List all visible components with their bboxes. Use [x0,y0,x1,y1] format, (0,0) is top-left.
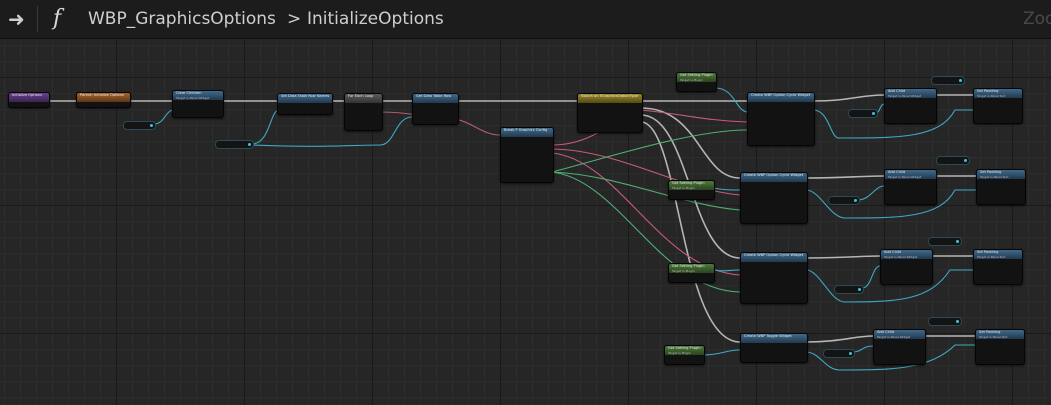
data-table-variable[interactable] [215,140,254,149]
options-panel-variable-3b[interactable] [834,285,864,294]
add-child-node-1[interactable]: Add Child Target is Panel Widget [884,88,937,124]
create-option-cycle-widget-node-2[interactable]: Create WBP Option Cycle Widget [740,172,808,224]
node-title: Switch on EGraphicsOptionType [578,94,642,103]
get-setting-plugin-node-4[interactable]: Get Setting Plugin Target is Plugin [664,345,705,365]
set-padding-node-3[interactable]: Set Padding Target is Panel Slot [973,249,1023,285]
break-graphics-config-node[interactable]: Break F Graphics Config [500,127,554,183]
add-child-node-4[interactable]: Add Child Target is Panel Widget [873,329,926,365]
create-option-cycle-widget-node-1[interactable]: Create WBP Option Cycle Widget [747,92,815,146]
set-padding-node-1[interactable]: Set Padding Target is Panel Slot [973,88,1023,124]
node-title: Add Child Target is Panel Widget [881,250,932,259]
arrow-right-icon[interactable]: ➜ [8,9,28,29]
node-title: Set Padding Target is Panel Slot [974,89,1022,98]
add-child-node-3[interactable]: Add Child Target is Panel Widget [880,249,933,285]
node-title: Create WBP Option Cycle Widget [748,93,814,102]
parent-initialize-options-node[interactable]: Parent: Initialize Options [76,92,131,108]
node-title: Initialize Options [9,93,49,102]
create-toggle-widget-node[interactable]: Create WBP Toggle Widget [740,333,808,363]
options-panel-variable-4[interactable] [928,317,962,326]
node-title: Create WBP Option Cycle Widget [741,173,807,182]
get-setting-plugin-node-2[interactable]: Get Setting Plugin Target is Plugin [668,180,715,200]
node-title: Set Data Table Row Names [278,94,332,103]
function-icon: f [53,6,62,31]
breadcrumb-function-name[interactable]: InitializeOptions [307,9,444,29]
chevron-right-icon: > [287,9,302,29]
options-panel-variable-1[interactable] [931,76,965,85]
node-title: Add Child Target is Panel Widget [885,89,936,98]
options-panel-variable[interactable] [123,121,156,130]
node-title: Create WBP Toggle Widget [741,334,807,343]
add-child-node-2[interactable]: Add Child Target is Panel Widget [884,169,937,205]
node-title: Set Padding Target is Panel Slot [976,330,1024,339]
node-title: Create WBP Option Cycle Widget [741,253,807,262]
node-title: Clear Children Target is Panel Widget [173,91,223,100]
node-title: Get Setting Plugin Target is Plugin [665,346,704,355]
set-data-table-row-names-node[interactable]: Set Data Table Row Names [277,93,333,115]
node-title: Set Padding Target is Panel Slot [977,170,1025,179]
get-data-table-row-node[interactable]: Get Data Table Row [412,93,459,125]
for-each-loop-node[interactable]: For Each Loop [344,93,383,131]
options-panel-variable-2b[interactable] [828,196,860,205]
graph-canvas[interactable]: Initialize Options Parent: Initialize Op… [0,0,1051,405]
clear-children-node[interactable]: Clear Children Target is Panel Widget [172,90,224,118]
get-setting-plugin-node-1[interactable]: Get Setting Plugin Target is Plugin [676,72,717,92]
node-title: For Each Loop [345,94,382,103]
node-title: Set Padding Target is Panel Slot [974,250,1022,259]
options-panel-variable-1b[interactable] [848,109,878,118]
node-title: Get Setting Plugin Target is Plugin [669,181,714,190]
set-padding-node-2[interactable]: Set Padding Target is Panel Slot [976,169,1026,205]
node-title: Get Setting Plugin Target is Plugin [669,264,714,273]
toolbar-divider [37,6,38,32]
node-title: Break F Graphics Config [501,128,553,137]
get-setting-plugin-node-3[interactable]: Get Setting Plugin Target is Plugin [668,263,715,283]
options-panel-variable-2[interactable] [936,156,970,165]
data-wires [153,87,976,371]
breadcrumb-blueprint-name[interactable]: WBP_GraphicsOptions [88,9,276,29]
options-panel-variable-4b[interactable] [823,349,855,358]
node-title: Add Child Target is Panel Widget [874,330,925,339]
zoom-label: Zoom [1023,9,1051,29]
create-option-cycle-widget-node-3[interactable]: Create WBP Option Cycle Widget [740,252,808,304]
node-title: Parent: Initialize Options [77,93,130,102]
node-title: Get Data Table Row [413,94,458,103]
initialize-options-entry-node[interactable]: Initialize Options [8,92,50,108]
breadcrumb-toolbar: ➜ f WBP_GraphicsOptions > InitializeOpti… [0,0,1051,39]
switch-on-option-type-node[interactable]: Switch on EGraphicsOptionType [577,93,643,133]
node-title: Add Child Target is Panel Widget [885,170,936,179]
options-panel-variable-3[interactable] [928,237,962,246]
node-title: Get Setting Plugin Target is Plugin [677,73,716,82]
set-padding-node-4[interactable]: Set Padding Target is Panel Slot [975,329,1025,365]
